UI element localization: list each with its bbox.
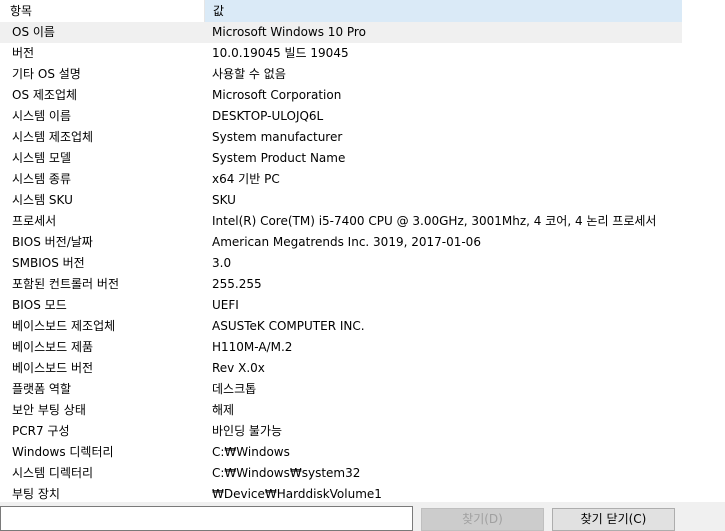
row-item-value: x64 기반 PC	[212, 172, 280, 186]
table-row[interactable]: BIOS 버전/날짜 American Megatrends Inc. 3019,…	[0, 232, 682, 253]
row-item-name: BIOS 모드	[12, 298, 67, 312]
row-item-value: System manufacturer	[212, 130, 343, 144]
table-row[interactable]: 포함된 컨트롤러 버전 255.255	[0, 274, 682, 295]
table-row[interactable]: 프로세서 Intel(R) Core(TM) i5-7400 CPU @ 3.00…	[0, 211, 682, 232]
row-item-name: 시스템 모델	[12, 151, 72, 165]
row-item-value: American Megatrends Inc. 3019, 2017-01-0…	[212, 235, 481, 249]
table-row[interactable]: 베이스보드 버전 Rev X.0x	[0, 358, 682, 379]
row-item-value: C:₩Windows₩system32	[212, 466, 361, 480]
table-row[interactable]: OS 이름 Microsoft Windows 10 Pro	[0, 22, 682, 43]
row-item-name: 프로세서	[12, 214, 57, 228]
table-row[interactable]: OS 제조업체 Microsoft Corporation	[0, 85, 682, 106]
row-item-value: UEFI	[212, 298, 239, 312]
table-row[interactable]: 시스템 디렉터리 C:₩Windows₩system32	[0, 463, 682, 484]
list-header: 항목 값	[0, 0, 682, 22]
row-item-value: 3.0	[212, 256, 232, 270]
row-item-value: System Product Name	[212, 151, 346, 165]
table-row[interactable]: 베이스보드 제품 H110M-A/M.2	[0, 337, 682, 358]
system-summary-list[interactable]: 항목 값 OS 이름 Microsoft Windows 10 Pro 버전 10.0…	[0, 0, 682, 502]
close-find-button[interactable]: 찾기 닫기(C)	[552, 508, 675, 531]
table-row[interactable]: 시스템 이름 DESKTOP-ULOJQ6L	[0, 106, 682, 127]
find-input[interactable]	[0, 506, 413, 531]
table-row[interactable]: 기타 OS 설명 사용할 수 없음	[0, 64, 682, 85]
row-item-name: BIOS 버전/날짜	[12, 235, 93, 249]
row-item-name: OS 제조업체	[12, 88, 78, 102]
list-right-area	[682, 0, 725, 502]
table-row[interactable]: 보안 부팅 상태 해제	[0, 400, 682, 421]
table-row[interactable]: 시스템 모델 System Product Name	[0, 148, 682, 169]
row-item-name: 시스템 디렉터리	[12, 466, 94, 480]
row-item-name: 베이스보드 제조업체	[12, 319, 116, 333]
column-header-value[interactable]: 값	[205, 0, 682, 22]
system-info-window: 항목 값 OS 이름 Microsoft Windows 10 Pro 버전 10.0…	[0, 0, 725, 531]
row-item-value: DESKTOP-ULOJQ6L	[212, 109, 324, 123]
list-rows: OS 이름 Microsoft Windows 10 Pro 버전 10.0.1904…	[0, 22, 682, 502]
row-item-value: 해제	[212, 403, 235, 417]
row-item-name: PCR7 구성	[12, 424, 70, 438]
row-item-name: 시스템 이름	[12, 109, 72, 123]
row-item-value: 바인딩 불가능	[212, 424, 283, 438]
row-item-name: 보안 부팅 상태	[12, 403, 86, 417]
row-item-value: 10.0.19045 빌드 19045	[212, 46, 349, 60]
row-item-value: SKU	[212, 193, 236, 207]
row-item-value: Rev X.0x	[212, 361, 265, 375]
row-item-value: 데스크톱	[212, 382, 257, 396]
row-item-name: 플랫폼 역할	[12, 382, 72, 396]
row-item-name: Windows 디렉터리	[12, 445, 114, 459]
row-item-name: 부팅 장치	[12, 487, 60, 501]
row-item-name: 시스템 SKU	[12, 193, 73, 207]
row-item-name: 시스템 종류	[12, 172, 72, 186]
table-row[interactable]: 시스템 종류 x64 기반 PC	[0, 169, 682, 190]
row-item-value: Microsoft Windows 10 Pro	[212, 25, 366, 39]
row-item-value: Microsoft Corporation	[212, 88, 342, 102]
table-row[interactable]: 부팅 장치 ₩Device₩HarddiskVolume1	[0, 484, 682, 502]
table-row[interactable]: 시스템 SKU SKU	[0, 190, 682, 211]
find-button[interactable]: 찾기(D)	[421, 508, 544, 531]
row-item-name: SMBIOS 버전	[12, 256, 85, 270]
row-item-value: H110M-A/M.2	[212, 340, 293, 354]
table-row[interactable]: PCR7 구성 바인딩 불가능	[0, 421, 682, 442]
row-item-value: ₩Device₩HarddiskVolume1	[212, 487, 382, 501]
row-item-name: 베이스보드 버전	[12, 361, 94, 375]
row-item-value: ASUSTeK COMPUTER INC.	[212, 319, 365, 333]
row-item-value: Intel(R) Core(TM) i5-7400 CPU @ 3.00GHz,…	[212, 214, 657, 228]
row-item-value: 255.255	[212, 277, 262, 291]
table-row[interactable]: SMBIOS 버전 3.0	[0, 253, 682, 274]
row-item-name: 기타 OS 설명	[12, 67, 81, 81]
table-row[interactable]: 베이스보드 제조업체 ASUSTeK COMPUTER INC.	[0, 316, 682, 337]
table-row[interactable]: Windows 디렉터리 C:₩Windows	[0, 442, 682, 463]
row-item-name: 버전	[12, 46, 35, 60]
column-header-item[interactable]: 항목	[0, 0, 205, 22]
table-row[interactable]: 버전 10.0.19045 빌드 19045	[0, 43, 682, 64]
row-item-value: 사용할 수 없음	[212, 67, 286, 81]
row-item-name: OS 이름	[12, 25, 55, 39]
row-item-name: 시스템 제조업체	[12, 130, 94, 144]
table-row[interactable]: 시스템 제조업체 System manufacturer	[0, 127, 682, 148]
table-row[interactable]: 플랫폼 역할 데스크톱	[0, 379, 682, 400]
row-item-name: 포함된 컨트롤러 버전	[12, 277, 119, 291]
row-item-name: 베이스보드 제품	[12, 340, 94, 354]
row-item-value: C:₩Windows	[212, 445, 290, 459]
table-row[interactable]: BIOS 모드 UEFI	[0, 295, 682, 316]
